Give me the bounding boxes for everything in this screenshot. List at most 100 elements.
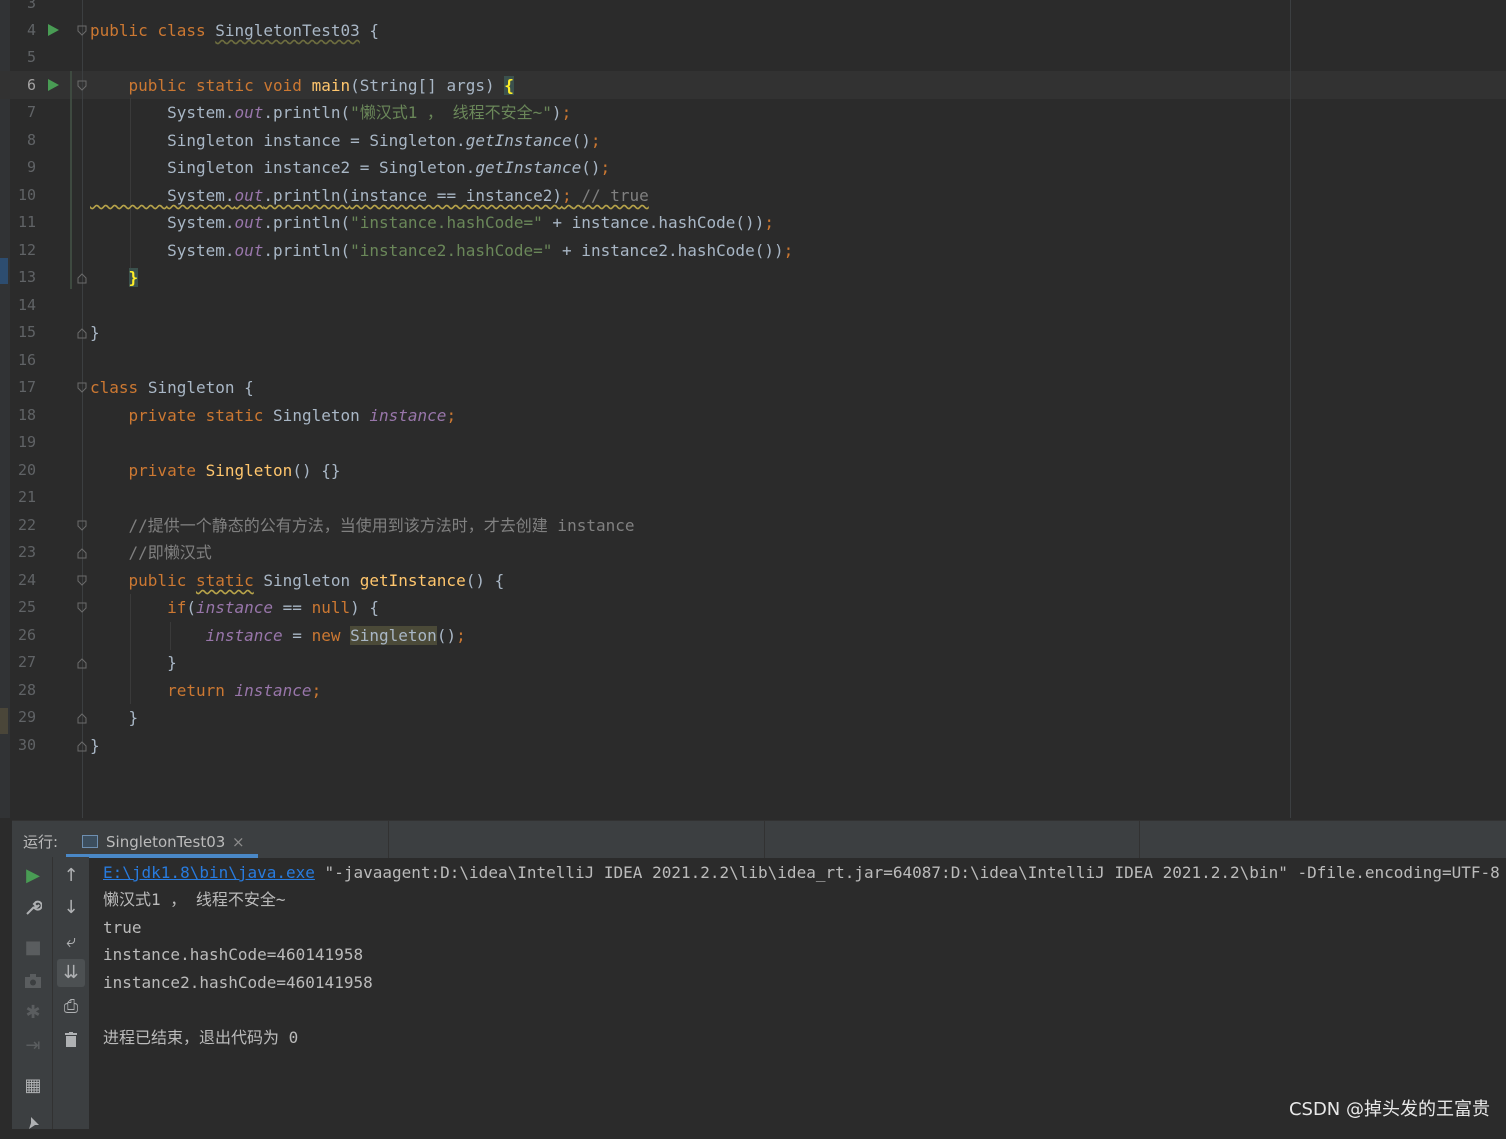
run-header: 运行: SingletonTest03 × [12, 820, 1506, 858]
code-line[interactable]: 3 [0, 0, 1506, 17]
code-text: } [167, 653, 177, 672]
code-text: } [128, 708, 139, 727]
line-number: 13 [17, 268, 36, 286]
line-number: 19 [17, 433, 36, 451]
console-line: E:\jdk1.8\bin\java.exe "-javaagent:D:\id… [103, 863, 1500, 882]
line-number: 16 [17, 351, 36, 369]
console-output[interactable]: E:\jdk1.8\bin\java.exe "-javaagent:D:\id… [103, 857, 1506, 1129]
code-line[interactable]: 20 private Singleton() {} [0, 457, 1506, 484]
code-line[interactable]: 18 private static Singleton instance; [0, 402, 1506, 429]
code-editor[interactable]: 3 4 public class SingletonTest03 { 5 6 p… [0, 0, 1506, 818]
line-number: 14 [17, 296, 36, 314]
line-number: 25 [17, 598, 36, 616]
camera-icon[interactable] [19, 967, 47, 995]
tab-singletontest03[interactable]: SingletonTest03 × [66, 821, 258, 858]
code-line[interactable]: 4 public class SingletonTest03 { [0, 17, 1506, 44]
code-line[interactable]: 19 [0, 429, 1506, 456]
code-text: instance = new Singleton(); [205, 626, 466, 645]
fold-icon[interactable] [77, 80, 87, 92]
code-line[interactable]: 10 System.out.println(instance == instan… [0, 182, 1506, 209]
code-text: if(instance == null) { [167, 598, 379, 617]
code-line[interactable]: 22 //提供一个静态的公有方法，当使用到该方法时，才去创建 instance [0, 512, 1506, 539]
trash-icon[interactable] [57, 1025, 85, 1053]
fold-icon[interactable] [77, 712, 87, 724]
run-toolbar-right: ↑ ↓ ⤶ ⇊ ⎙ [52, 857, 89, 1129]
line-number: 30 [17, 736, 36, 754]
code-text: //提供一个静态的公有方法，当使用到该方法时，才去创建 instance [128, 516, 635, 535]
code-line[interactable]: 15 } [0, 319, 1506, 346]
code-line[interactable]: 24 public static Singleton getInstance()… [0, 567, 1506, 594]
code-text: public static Singleton getInstance() { [128, 571, 505, 590]
console-line: 进程已结束，退出代码为 0 [103, 1028, 299, 1047]
console-line: instance2.hashCode=460141958 [103, 973, 373, 992]
code-line[interactable]: 5 [0, 44, 1506, 71]
fold-icon[interactable] [77, 547, 87, 559]
code-line[interactable]: 9 Singleton instance2 = Singleton.getIns… [0, 154, 1506, 181]
login-icon[interactable]: ⇥ [19, 1032, 47, 1060]
code-line[interactable]: 30 } [0, 732, 1506, 759]
code-line[interactable]: 13 } [0, 264, 1506, 291]
fold-icon[interactable] [77, 740, 87, 752]
code-line[interactable]: 26 instance = new Singleton(); [0, 622, 1506, 649]
layout-icon[interactable]: ▦ [19, 1072, 47, 1100]
line-number: 28 [17, 681, 36, 699]
code-line[interactable]: 27 } [0, 649, 1506, 676]
java-exe-link[interactable]: E:\jdk1.8\bin\java.exe [103, 863, 315, 882]
fold-icon[interactable] [77, 520, 87, 532]
up-arrow-icon[interactable]: ↑ [57, 862, 85, 890]
code-line[interactable]: 12 System.out.println("instance2.hashCod… [0, 237, 1506, 264]
line-number: 8 [26, 131, 36, 149]
fold-icon[interactable] [77, 272, 87, 284]
code-text: Singleton instance2 = Singleton.getInsta… [167, 158, 611, 177]
fold-icon[interactable] [77, 25, 87, 37]
header-divider [1139, 821, 1140, 858]
code-line[interactable]: 28 return instance; [0, 677, 1506, 704]
code-line[interactable]: 21 [0, 484, 1506, 511]
debug-icon[interactable]: ✱ [19, 999, 47, 1027]
code-text: return instance; [167, 681, 322, 700]
line-number: 21 [17, 488, 36, 506]
code-text: private Singleton() {} [128, 461, 341, 480]
code-text: public class SingletonTest03 { [90, 21, 380, 40]
line-number: 29 [17, 708, 36, 726]
pin-icon[interactable] [19, 1109, 47, 1137]
code-line[interactable]: 17 class Singleton { [0, 374, 1506, 401]
code-line[interactable]: 11 System.out.println("instance.hashCode… [0, 209, 1506, 236]
code-text: public static void main(String[] args) { [128, 76, 514, 95]
down-arrow-icon[interactable]: ↓ [57, 894, 85, 922]
console-line: 懒汉式1 ， 线程不安全~ [103, 890, 286, 909]
code-line[interactable]: 25 if(instance == null) { [0, 594, 1506, 621]
rerun-icon[interactable]: ▶ [19, 862, 47, 890]
line-number: 3 [26, 0, 36, 12]
code-line[interactable]: 23 //即懒汉式 [0, 539, 1506, 566]
code-text: private static Singleton instance; [128, 406, 457, 425]
fold-icon[interactable] [77, 575, 87, 587]
soft-wrap-icon[interactable]: ⤶ [57, 928, 85, 956]
code-line[interactable]: 8 Singleton instance = Singleton.getInst… [0, 127, 1506, 154]
code-line[interactable]: 7 System.out.println("懒汉式1 ， 线程不安全~"); [0, 99, 1506, 126]
scroll-to-end-icon[interactable]: ⇊ [57, 959, 85, 987]
code-line[interactable]: 16 [0, 347, 1506, 374]
code-text: class Singleton { [90, 378, 254, 397]
print-icon[interactable]: ⎙ [57, 993, 85, 1021]
code-text: System.out.println("instance2.hashCode="… [167, 241, 794, 260]
line-number: 15 [17, 323, 36, 341]
console-line: instance.hashCode=460141958 [103, 945, 364, 964]
code-line[interactable]: 14 [0, 292, 1506, 319]
run-gutter-icon[interactable] [48, 79, 59, 91]
fold-icon[interactable] [77, 382, 87, 394]
line-number: 18 [17, 406, 36, 424]
code-text: } [90, 323, 100, 342]
header-divider [764, 821, 765, 858]
line-number: 7 [26, 103, 36, 121]
fold-icon[interactable] [77, 327, 87, 339]
watermark: CSDN @掉头发的王富贵 [1288, 1099, 1490, 1120]
fold-icon[interactable] [77, 602, 87, 614]
run-gutter-icon[interactable] [48, 24, 59, 36]
line-number: 12 [17, 241, 36, 259]
fold-icon[interactable] [77, 657, 87, 669]
wrench-icon[interactable] [19, 894, 47, 922]
code-line[interactable]: 29 } [0, 704, 1506, 731]
code-line[interactable]: 6 public static void main(String[] args)… [0, 72, 1506, 99]
stop-icon[interactable]: ■ [19, 934, 47, 962]
